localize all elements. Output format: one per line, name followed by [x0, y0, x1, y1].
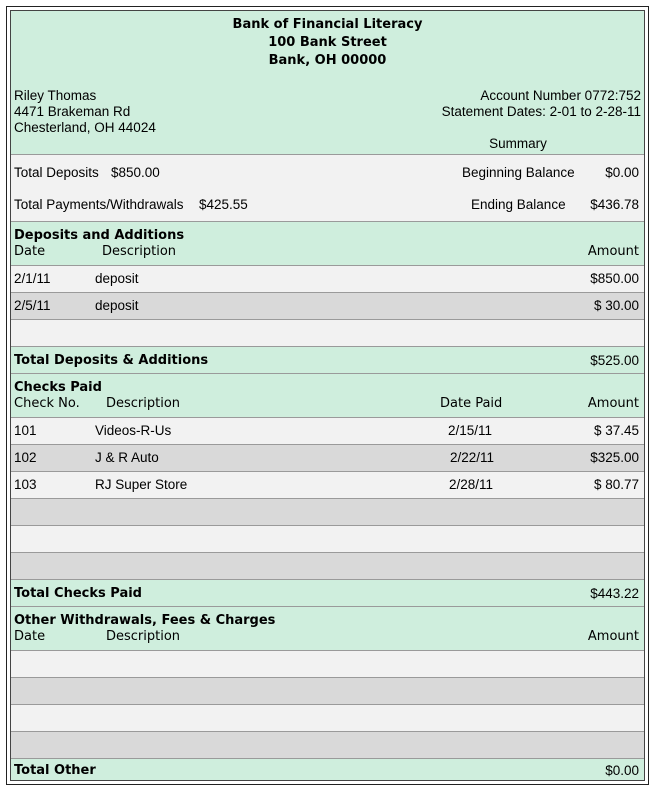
check-description: RJ Super Store	[95, 477, 188, 492]
check-amount: $ 80.77	[593, 477, 639, 492]
check-number: 103	[14, 477, 37, 492]
bank-statement: Bank of Financial Literacy 100 Bank Stre…	[10, 10, 645, 781]
bank-city: Bank, OH 00000	[268, 53, 387, 68]
statement-header: Bank of Financial Literacy 100 Bank Stre…	[11, 11, 644, 154]
statement-frame: Bank of Financial Literacy 100 Bank Stre…	[6, 6, 649, 785]
table-row: 102 J & R Auto 2/22/11 $325.00	[11, 444, 644, 471]
other-col-amount: Amount	[587, 629, 639, 644]
deposits-title: Deposits and Additions	[14, 228, 185, 243]
deposit-amount: $850.00	[590, 271, 639, 286]
table-row-empty	[11, 319, 644, 346]
beginning-balance-label: Beginning Balance	[462, 165, 575, 180]
table-row-empty	[11, 525, 644, 552]
customer-city: Chesterland, OH 44024	[14, 120, 156, 135]
deposit-date: 2/5/11	[14, 298, 51, 313]
total-payments-label: Total Payments/Withdrawals	[14, 197, 184, 212]
ending-balance-value: $436.78	[590, 197, 639, 212]
deposits-header: Deposits and Additions Date Description …	[11, 221, 644, 265]
table-row-empty	[11, 704, 644, 731]
checks-total-label: Total Checks Paid	[14, 586, 142, 601]
bank-street: 100 Bank Street	[268, 35, 387, 50]
customer-street: 4471 Brakeman Rd	[14, 104, 131, 119]
statement-dates: Statement Dates: 2-01 to 2-28-11	[441, 104, 641, 119]
table-row-empty	[11, 731, 644, 758]
other-total-value: $0.00	[605, 763, 639, 778]
other-total-row: Total Other $0.00	[11, 758, 644, 780]
checks-total-row: Total Checks Paid $443.22	[11, 579, 644, 606]
check-description: Videos-R-Us	[95, 423, 172, 438]
deposits-col-amount: Amount	[587, 244, 639, 259]
check-amount: $325.00	[590, 450, 639, 465]
bank-name: Bank of Financial Literacy	[232, 17, 423, 32]
deposit-description: deposit	[95, 298, 139, 313]
other-col-date: Date	[14, 629, 46, 644]
other-header: Other Withdrawals, Fees & Charges Date D…	[11, 606, 644, 650]
deposit-date: 2/1/11	[14, 271, 51, 286]
table-row-empty	[11, 677, 644, 704]
deposit-description: deposit	[95, 271, 139, 286]
check-number: 102	[14, 450, 37, 465]
checks-col-check-no: Check No.	[14, 396, 80, 411]
ending-balance-label: Ending Balance	[471, 197, 566, 212]
summary-section: Total Deposits $850.00 Beginning Balance…	[11, 154, 644, 221]
total-payments-value: $425.55	[199, 197, 248, 212]
deposits-col-date: Date	[14, 244, 46, 259]
checks-col-date-paid: Date Paid	[440, 396, 503, 411]
other-total-label: Total Other	[14, 763, 96, 778]
account-number: Account Number 0772:752	[480, 88, 641, 103]
checks-total-value: $443.22	[590, 586, 639, 601]
check-description: J & R Auto	[95, 450, 159, 465]
checks-title: Checks Paid	[14, 380, 102, 395]
check-date-paid: 2/15/11	[448, 423, 493, 438]
checks-header: Checks Paid Check No. Description Date P…	[11, 373, 644, 417]
table-row: 2/1/11 deposit $850.00	[11, 265, 644, 292]
check-date-paid: 2/22/11	[450, 450, 495, 465]
total-deposits-value: $850.00	[111, 165, 160, 180]
checks-col-amount: Amount	[587, 396, 639, 411]
table-row-empty	[11, 650, 644, 677]
deposits-col-description: Description	[102, 244, 177, 259]
table-row-empty	[11, 552, 644, 579]
table-row: 103 RJ Super Store 2/28/11 $ 80.77	[11, 471, 644, 498]
deposits-total-row: Total Deposits & Additions $525.00	[11, 346, 644, 373]
check-amount: $ 37.45	[593, 423, 639, 438]
table-row: 2/5/11 deposit $ 30.00	[11, 292, 644, 319]
table-row: 101 Videos-R-Us 2/15/11 $ 37.45	[11, 417, 644, 444]
check-date-paid: 2/28/11	[449, 477, 494, 492]
deposit-amount: $ 30.00	[593, 298, 639, 313]
other-col-description: Description	[106, 629, 181, 644]
customer-name: Riley Thomas	[14, 88, 97, 103]
checks-col-description: Description	[106, 396, 181, 411]
other-title: Other Withdrawals, Fees & Charges	[14, 613, 276, 628]
deposits-total-value: $525.00	[590, 353, 639, 368]
deposits-total-label: Total Deposits & Additions	[14, 353, 209, 368]
check-number: 101	[14, 423, 37, 438]
beginning-balance-value: $0.00	[605, 165, 639, 180]
summary-title: Summary	[489, 136, 547, 151]
table-row-empty	[11, 498, 644, 525]
total-deposits-label: Total Deposits	[14, 165, 99, 180]
